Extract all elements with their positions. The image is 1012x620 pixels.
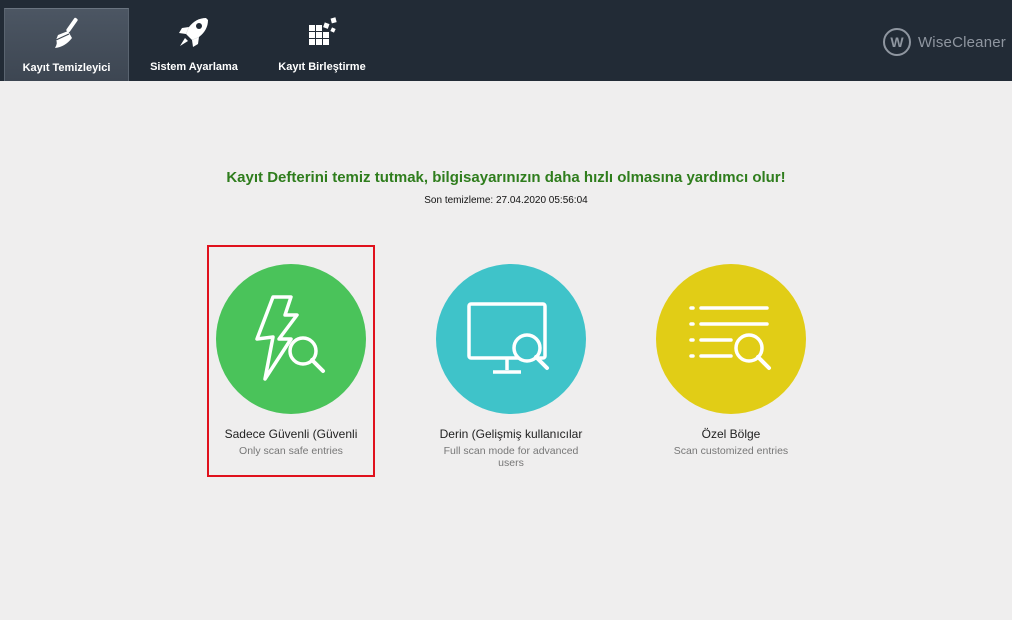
custom-scan-button[interactable] [656, 264, 806, 414]
safe-scan-button[interactable] [216, 264, 366, 414]
tab-label: Kayıt Temizleyici [22, 62, 111, 74]
mode-title: Derin (Gelişmiş kullanıcılar [439, 427, 583, 441]
tab-label: Sistem Ayarlama [150, 61, 238, 73]
lightning-search-icon [255, 295, 325, 381]
list-search-icon [689, 306, 771, 370]
top-navigation-bar: Kayıt Temizleyici Sistem Ayarlama Kayıt … [0, 0, 1012, 81]
svg-text:W: W [890, 34, 904, 50]
mode-title: Özel Bölge [701, 427, 761, 441]
deep-scan-button[interactable] [436, 264, 586, 414]
brand-name: WiseCleaner [917, 33, 1006, 51]
defrag-blocks-icon [309, 17, 337, 45]
headline: Kayıt Defterini temiz tutmak, bilgisayar… [226, 169, 786, 186]
last-clean-time: Son temizleme: 27.04.2020 05:56:04 [424, 195, 588, 206]
mode-description: Only scan safe entries [239, 445, 343, 457]
rocket-icon [179, 18, 208, 47]
mode-title: Sadece Güvenli (Güvenli [224, 427, 358, 441]
monitor-search-icon [467, 302, 549, 374]
safe-scan-mode[interactable]: Sadece Güvenli (Güvenli Only scan safe e… [206, 264, 376, 457]
mode-description: Full scan mode for advanced users [443, 445, 579, 469]
mode-description: Scan customized entries [673, 445, 789, 457]
tab-registry-defrag[interactable]: Kayıt Birleştirme [258, 8, 386, 81]
wisecleaner-logo-icon: W [882, 28, 911, 56]
deep-scan-mode[interactable]: Derin (Gelişmiş kullanıcılar Full scan m… [426, 264, 596, 469]
custom-scan-mode[interactable]: Özel Bölge Scan customized entries [646, 264, 816, 457]
wisecleaner-logo: W WiseCleaner [882, 27, 1006, 57]
broom-icon [54, 17, 78, 48]
tab-registry-cleaner[interactable]: Kayıt Temizleyici [4, 8, 129, 81]
tab-label: Kayıt Birleştirme [278, 61, 366, 73]
tab-system-tuneup[interactable]: Sistem Ayarlama [131, 8, 257, 81]
